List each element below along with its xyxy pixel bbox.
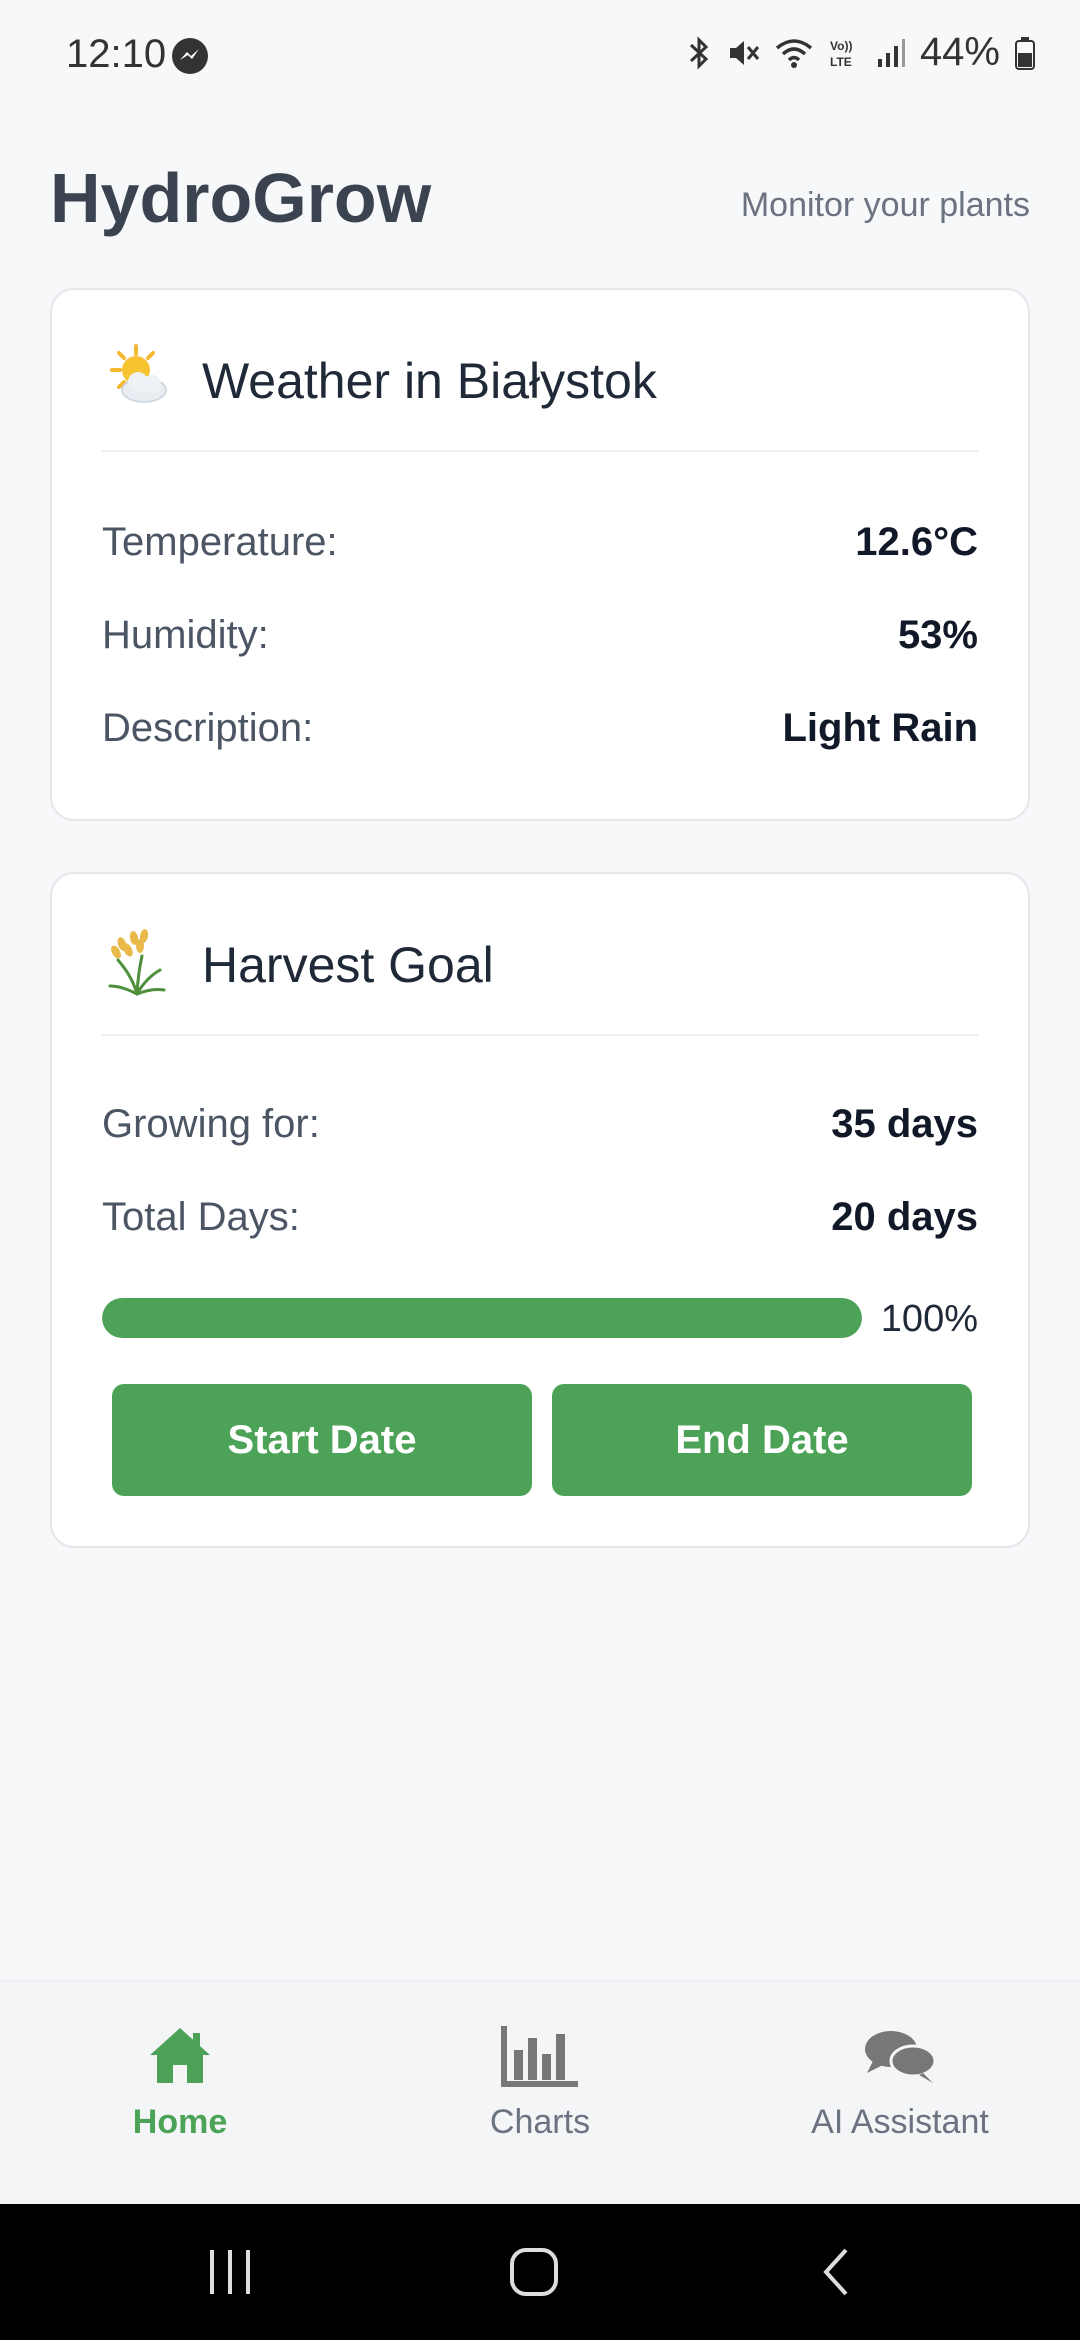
bluetooth-icon [689,35,709,70]
home-icon [150,2028,210,2083]
weather-title: Weather in Białystok [202,353,657,409]
nav-item-ai-assistant[interactable]: AI Assistant [750,2021,1050,2142]
weather-card: Weather in Białystok Temperature: 12.6°C… [50,288,1030,821]
status-icons: Vo)) LTE 44% [686,30,1036,75]
app-title: HydroGrow [50,159,432,237]
sun-behind-cloud-icon [110,344,167,403]
total-days-row: Total Days: 20 days [102,1195,978,1255]
nav-label-charts: Charts [489,2103,591,2141]
app-subtitle: Monitor your plants [740,186,1030,224]
signal-icon [877,38,905,67]
temperature-row: Temperature: 12.6°C [102,520,978,580]
harvest-progress-fill [102,1298,862,1338]
description-row: Description: Light Rain [102,706,978,766]
nav-label-ai-assistant: AI Assistant [811,2103,989,2141]
description-label: Description: [102,706,314,750]
wifi-icon [775,38,813,68]
growing-for-row: Growing for: 35 days [102,1102,978,1162]
nav-item-home[interactable]: Home [30,2021,330,2142]
growing-for-value: 35 days [831,1102,978,1146]
weather-card-header: Weather in Białystok [102,340,978,452]
start-date-button[interactable]: Start Date [112,1384,532,1496]
humidity-row: Humidity: 53% [102,613,978,673]
mute-icon [729,40,760,65]
system-nav-bar [0,2204,1080,2340]
back-icon[interactable] [816,2244,856,2300]
home-button-icon[interactable] [508,2244,564,2300]
status-bar: 12:10 Vo)) LTE 44% [0,0,1080,110]
harvest-progress-bar [102,1298,862,1338]
harvest-card: Harvest Goal Growing for: 35 days Total … [50,872,1030,1548]
status-time: 12:10 [66,32,167,76]
nav-label-home: Home [132,2103,228,2141]
temperature-value: 12.6°C [855,520,978,564]
total-days-label: Total Days: [102,1195,300,1239]
svg-text:Vo)): Vo)) [830,39,852,53]
svg-text:LTE: LTE [830,55,852,69]
chat-bubbles-icon [865,2031,937,2083]
bottom-nav: Home Charts AI Assistant [0,1980,1080,2205]
growing-for-label: Growing for: [102,1102,320,1146]
bar-chart-icon [501,2026,578,2087]
harvest-card-header: Harvest Goal [102,924,978,1036]
harvest-title: Harvest Goal [202,937,494,993]
messenger-icon [172,38,208,74]
temperature-label: Temperature: [102,520,338,564]
description-value: Light Rain [782,706,978,750]
battery-percent: 44% [919,30,1000,74]
recent-apps-icon[interactable] [206,2244,254,2300]
total-days-value: 20 days [831,1195,978,1239]
rice-sheaf-icon [108,929,166,996]
battery-icon [1015,36,1035,70]
harvest-progress-text: 100% [880,1298,978,1340]
humidity-value: 53% [897,613,978,657]
nav-item-charts[interactable]: Charts [390,2021,690,2142]
humidity-label: Humidity: [102,613,269,657]
end-date-button[interactable]: End Date [552,1384,972,1496]
volte-icon: Vo)) LTE [830,39,852,69]
